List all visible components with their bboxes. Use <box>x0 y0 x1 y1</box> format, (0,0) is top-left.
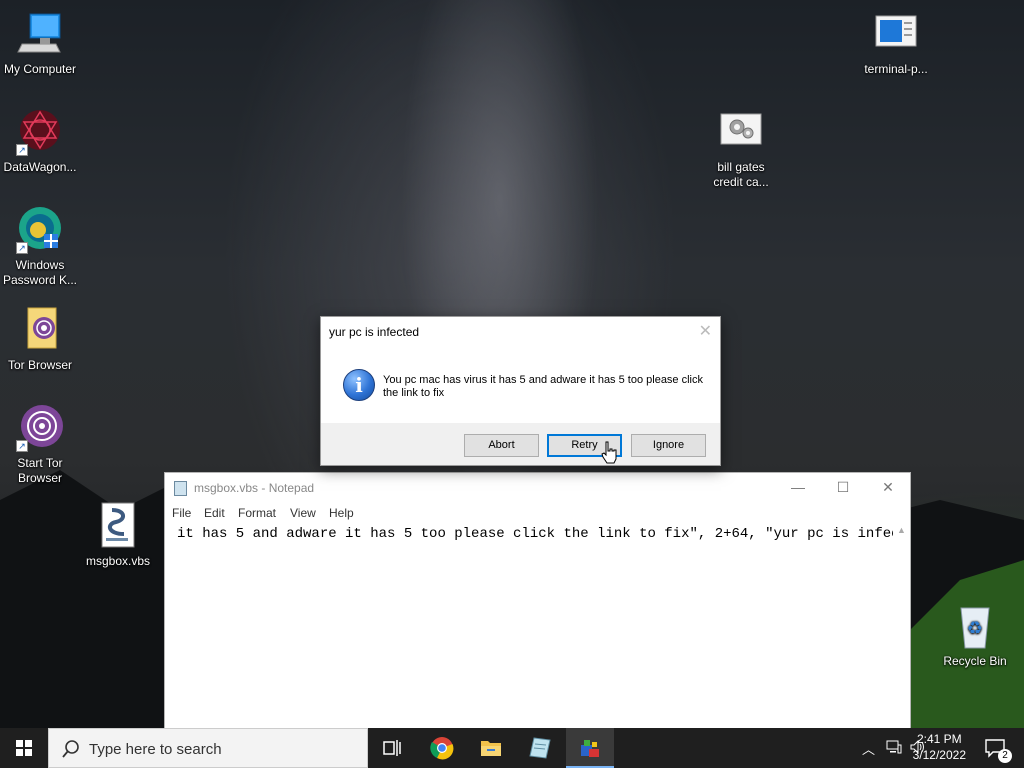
dialog-message: You pc mac has virus it has 5 and adware… <box>383 374 703 399</box>
menu-edit[interactable]: Edit <box>204 506 225 520</box>
taskbar-notepad[interactable] <box>516 728 564 768</box>
task-view-button[interactable] <box>368 728 416 768</box>
notepad-icon <box>529 737 551 759</box>
chevron-up-icon[interactable]: ︿ <box>862 739 875 758</box>
taskbar-script-host[interactable] <box>566 728 614 768</box>
desktop-icon-label: Recycle Bin <box>943 654 1007 668</box>
search-icon <box>62 740 79 758</box>
desktop-icon-label: Windows Password K... <box>2 258 78 287</box>
dialog-title: yur pc is infected <box>329 325 420 339</box>
password-key-icon: ↗ <box>16 206 64 254</box>
folder-icon <box>481 741 501 756</box>
taskbar: Type here to search ︿ 2:41 PM 3/12/2022 … <box>0 728 1024 768</box>
text-editor[interactable]: it has 5 and adware it has 5 too please … <box>165 523 910 729</box>
desktop-icon-label: terminal-p... <box>864 62 928 76</box>
computer-icon <box>16 10 64 58</box>
desktop-icon-recycle-bin[interactable]: ♻ Recycle Bin <box>935 602 1015 669</box>
desktop-icon-label: Start Tor Browser <box>17 456 63 485</box>
shortcut-arrow-icon: ↗ <box>16 440 28 452</box>
network-icon[interactable] <box>886 739 902 758</box>
information-icon: i <box>343 369 375 401</box>
menu-help[interactable]: Help <box>329 506 354 520</box>
desktop-icon-start-tor-browser[interactable]: ↗ Start Tor Browser <box>0 404 80 486</box>
task-view-icon <box>383 740 401 756</box>
vertical-scrollbar[interactable]: ▲ <box>893 523 910 729</box>
dialog-close-button[interactable]: ✕ <box>699 321 712 341</box>
shortcut-arrow-icon: ↗ <box>16 242 28 254</box>
menu-format[interactable]: Format <box>238 506 276 520</box>
desktop-icon-windows-password[interactable]: ↗ Windows Password K... <box>0 206 80 288</box>
message-box-dialog[interactable]: yur pc is infected ✕ i You pc mac has vi… <box>320 316 721 466</box>
desktop-icon-label: bill gates credit ca... <box>713 160 769 189</box>
search-placeholder: Type here to search <box>89 741 222 758</box>
desktop-icon-label: DataWagon... <box>3 160 77 174</box>
desktop-icon-datawagon[interactable]: ↗ DataWagon... <box>0 108 80 175</box>
taskbar-chrome[interactable] <box>418 728 466 768</box>
abort-button[interactable]: Abort <box>464 434 539 457</box>
clock-time: 2:41 PM <box>916 732 962 746</box>
notepad-app-icon <box>174 481 187 496</box>
desktop-icon-terminal[interactable]: terminal-p... <box>856 10 936 77</box>
clock[interactable]: 2:41 PM 3/12/2022 <box>913 731 966 763</box>
close-button[interactable]: ✕ <box>865 477 911 499</box>
settings-file-icon <box>717 108 765 156</box>
window-title: msgbox.vbs - Notepad <box>194 481 315 495</box>
desktop-icon-label: My Computer <box>3 62 77 76</box>
recycle-bin-icon: ♻ <box>951 602 999 650</box>
ignore-button[interactable]: Ignore <box>631 434 706 457</box>
vbs-script-icon <box>94 502 142 550</box>
menu-file[interactable]: File <box>172 506 191 520</box>
notification-badge: 2 <box>998 749 1012 763</box>
tor-onion-icon: ↗ <box>16 404 64 452</box>
notepad-window[interactable]: msgbox.vbs - Notepad — ☐ ✕ File Edit For… <box>164 472 911 730</box>
datawagon-icon: ↗ <box>16 108 64 156</box>
mouse-cursor-icon <box>601 441 617 464</box>
menu-view[interactable]: View <box>290 506 316 520</box>
menu-bar: File Edit Format View Help <box>165 503 910 523</box>
system-tray: ︿ 2:41 PM 3/12/2022 2 <box>824 728 1024 768</box>
scroll-up-arrow-icon[interactable]: ▲ <box>893 525 910 535</box>
taskbar-search-box[interactable]: Type here to search <box>48 728 368 768</box>
start-button[interactable] <box>0 728 48 768</box>
desktop-icon-tor-browser[interactable]: Tor Browser <box>0 306 80 373</box>
clock-date: 3/12/2022 <box>912 748 966 762</box>
windows-logo-icon <box>16 740 32 756</box>
script-host-icon <box>581 740 599 757</box>
chrome-icon <box>430 737 454 760</box>
maximize-button[interactable]: ☐ <box>820 477 866 499</box>
desktop-icon-msgbox-vbs[interactable]: msgbox.vbs <box>78 502 158 569</box>
minimize-button[interactable]: — <box>775 477 821 499</box>
tor-folder-icon <box>16 306 64 354</box>
desktop-icon-bill-gates[interactable]: bill gates credit ca... <box>701 108 781 190</box>
shortcut-arrow-icon: ↗ <box>16 144 28 156</box>
notification-center-button[interactable]: 2 <box>984 737 1012 763</box>
desktop-icon-my-computer[interactable]: My Computer <box>0 10 80 77</box>
desktop-icon-label: msgbox.vbs <box>85 554 151 568</box>
notepad-titlebar[interactable]: msgbox.vbs - Notepad — ☐ ✕ <box>165 473 910 503</box>
taskbar-file-explorer[interactable] <box>467 728 515 768</box>
svg-text:♻: ♻ <box>967 618 983 639</box>
desktop-icon-label: Tor Browser <box>7 358 72 372</box>
document-icon <box>872 10 920 58</box>
